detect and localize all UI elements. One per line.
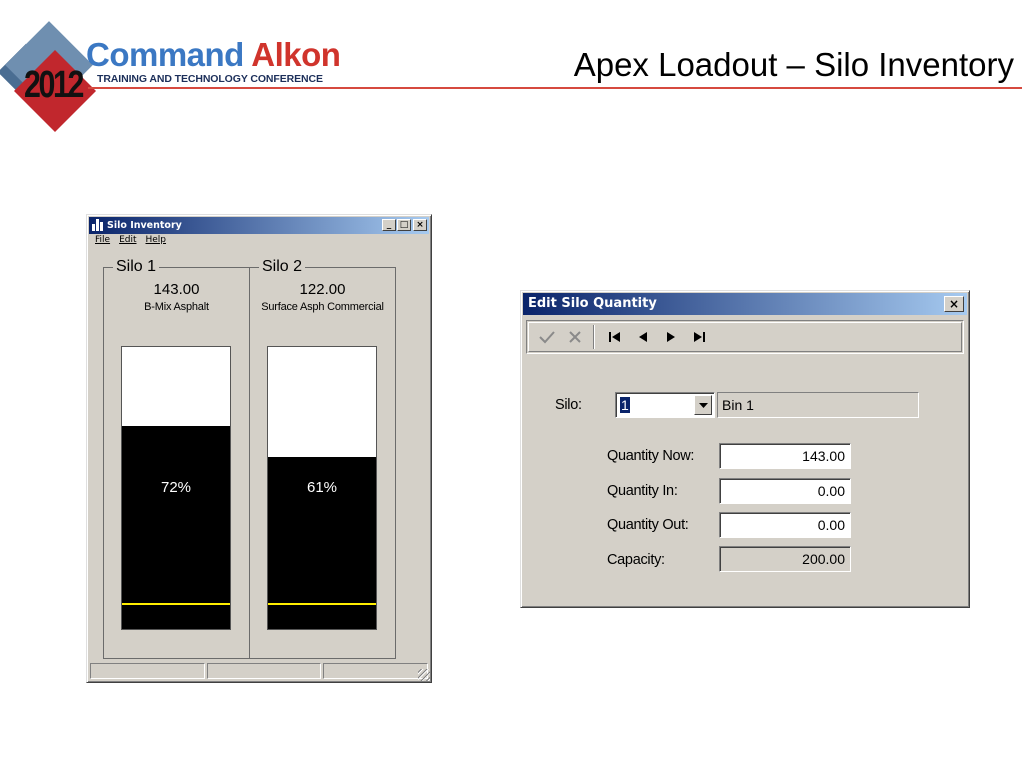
silo-level-gauge: 61% bbox=[267, 346, 377, 630]
silo-menubar: File Edit Help bbox=[91, 235, 166, 249]
quantity-out-field[interactable]: 0.00 bbox=[719, 512, 851, 538]
close-button[interactable]: × bbox=[413, 219, 427, 231]
silo-quantity: 143.00 bbox=[153, 281, 200, 298]
brand-name-part-a: Command bbox=[86, 36, 244, 73]
capacity-field: 200.00 bbox=[719, 546, 851, 572]
silo-name-field: Bin 1 bbox=[717, 392, 919, 418]
silo-label: Silo 1 bbox=[113, 258, 160, 276]
silo-window-title: Silo Inventory bbox=[107, 220, 182, 231]
minimize-button[interactable]: _ bbox=[382, 219, 396, 231]
menu-edit[interactable]: Edit bbox=[119, 235, 136, 249]
silo-quantity: 122.00 bbox=[299, 281, 346, 298]
silo-low-level-marker bbox=[268, 603, 376, 605]
silo-app-icon bbox=[92, 219, 104, 231]
brand-name-part-b: Alkon bbox=[251, 36, 341, 73]
toolbar-separator bbox=[593, 325, 595, 349]
silo-panel-1[interactable]: Silo 1 143.00 B-Mix Asphalt 72% bbox=[103, 258, 250, 659]
silo-statusbar bbox=[90, 663, 428, 679]
quantity-out-label: Quantity Out: bbox=[607, 517, 689, 533]
record-toolbar bbox=[526, 320, 964, 354]
silo-label: Silo 2 bbox=[259, 258, 306, 276]
silo-select[interactable]: 1 bbox=[615, 392, 715, 418]
logo-year: 2012 bbox=[24, 64, 84, 106]
cancel-x-icon[interactable] bbox=[561, 325, 589, 349]
edit-dialog-title: Edit Silo Quantity bbox=[528, 296, 657, 311]
silo-percent: 72% bbox=[160, 479, 192, 496]
brand-name: Command Alkon bbox=[86, 36, 341, 73]
menu-file[interactable]: File bbox=[95, 235, 110, 249]
quantity-now-label: Quantity Now: bbox=[607, 448, 695, 464]
silo-percent: 61% bbox=[306, 479, 338, 496]
edit-silo-quantity-dialog: Edit Silo Quantity × Silo: 1 Bin 1 Quant… bbox=[520, 290, 970, 608]
maximize-button[interactable]: □ bbox=[397, 219, 411, 231]
last-record-icon[interactable] bbox=[685, 325, 713, 349]
silo-material: Surface Asph Commercial bbox=[261, 301, 384, 313]
chevron-down-icon[interactable] bbox=[694, 395, 712, 415]
quantity-now-field[interactable]: 143.00 bbox=[719, 443, 851, 469]
silo-level-gauge: 72% bbox=[121, 346, 231, 630]
silo-panel-2[interactable]: Silo 2 122.00 Surface Asph Commercial 61… bbox=[249, 258, 396, 659]
quantity-in-field[interactable]: 0.00 bbox=[719, 478, 851, 504]
close-button[interactable]: × bbox=[944, 296, 964, 312]
quantity-in-label: Quantity In: bbox=[607, 483, 678, 499]
resize-grip-icon[interactable] bbox=[418, 669, 430, 681]
silo-level-fill bbox=[122, 425, 230, 629]
status-pane bbox=[207, 663, 321, 679]
silo-inventory-window: Silo Inventory _ □ × File Edit Help Silo… bbox=[86, 214, 432, 683]
first-record-icon[interactable] bbox=[601, 325, 629, 349]
capacity-label: Capacity: bbox=[607, 552, 665, 568]
status-pane bbox=[90, 663, 205, 679]
status-pane bbox=[323, 663, 428, 679]
brand-subtitle: TRAINING AND TECHNOLOGY CONFERENCE bbox=[97, 73, 323, 85]
silo-material: B-Mix Asphalt bbox=[144, 301, 209, 313]
next-record-icon[interactable] bbox=[657, 325, 685, 349]
silo-low-level-marker bbox=[122, 603, 230, 605]
header-divider bbox=[88, 87, 1022, 89]
check-icon[interactable] bbox=[533, 325, 561, 349]
silo-field-label: Silo: bbox=[555, 397, 582, 413]
silo-window-titlebar[interactable]: Silo Inventory _ □ × bbox=[89, 217, 429, 234]
edit-dialog-titlebar[interactable]: Edit Silo Quantity × bbox=[523, 293, 967, 315]
menu-help[interactable]: Help bbox=[146, 235, 167, 249]
prev-record-icon[interactable] bbox=[629, 325, 657, 349]
slide-title: Apex Loadout – Silo Inventory bbox=[573, 46, 1014, 83]
silo-select-value: 1 bbox=[620, 397, 630, 413]
